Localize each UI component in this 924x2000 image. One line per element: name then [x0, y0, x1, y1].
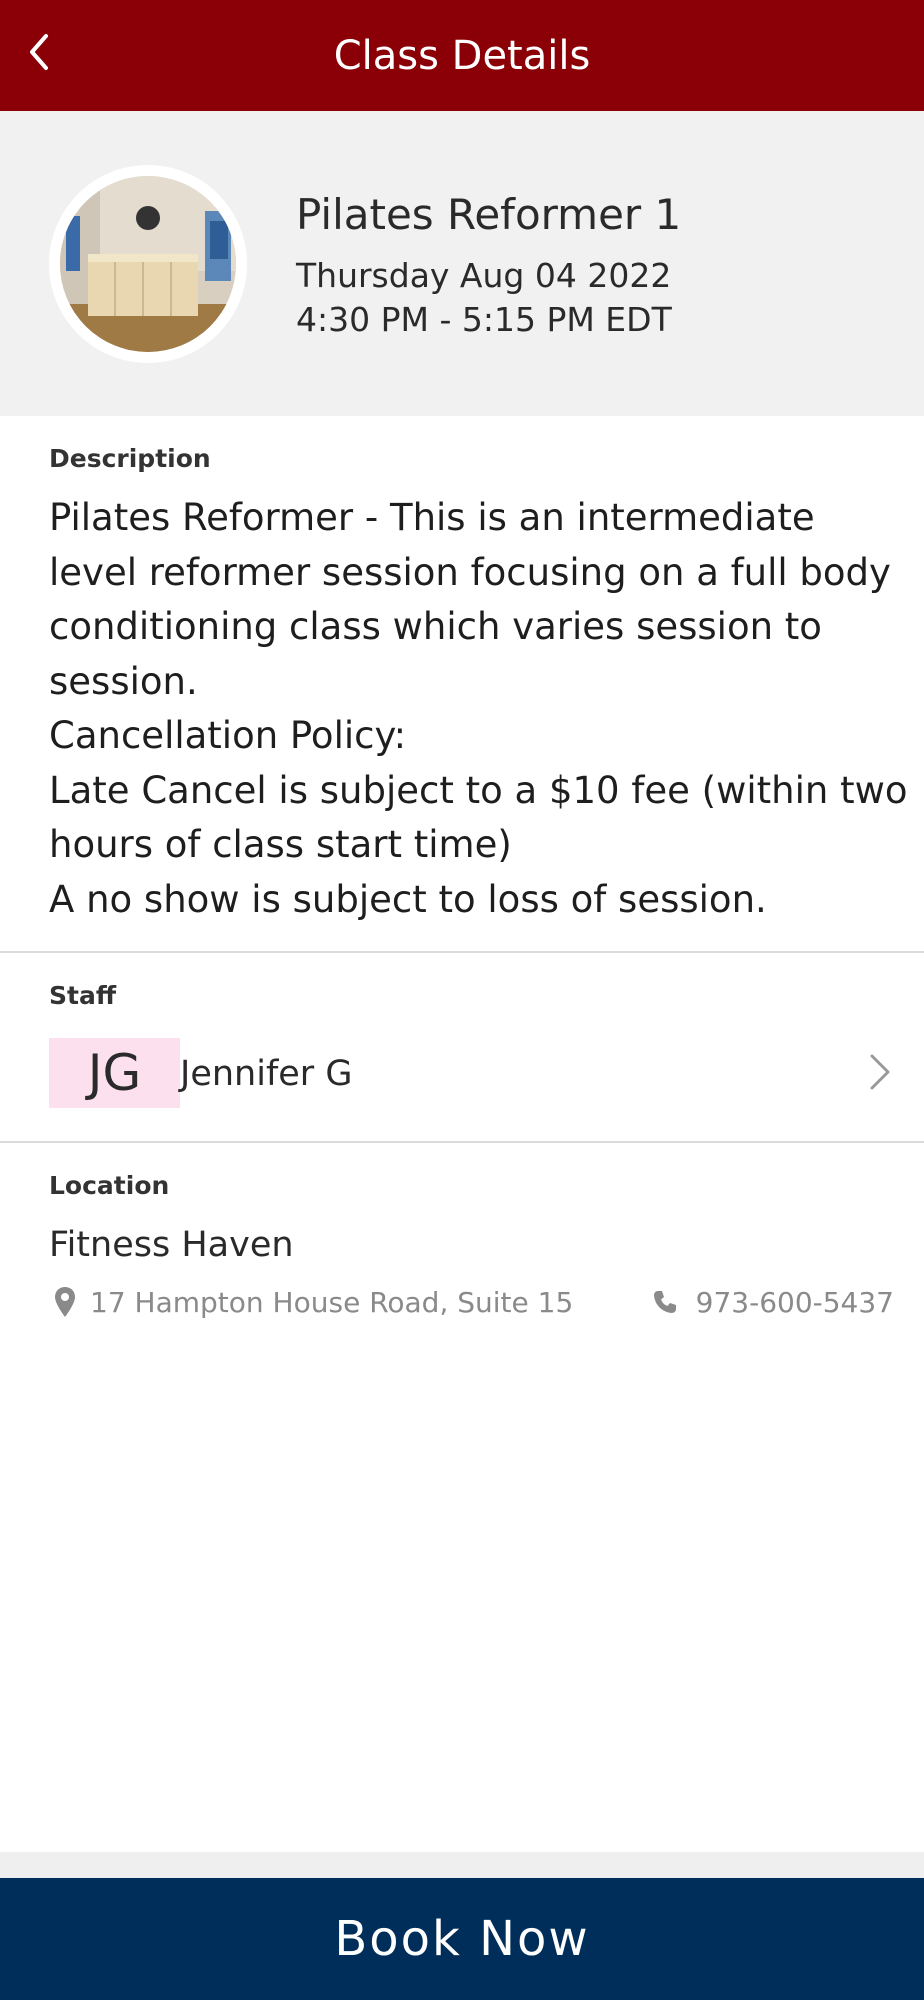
location-phone[interactable]: 973-600-5437 — [652, 1284, 894, 1320]
description-line: Late Cancel is subject to a $10 fee (wit… — [49, 768, 908, 812]
chevron-right-icon — [870, 1054, 890, 1090]
location-address[interactable]: 17 Hampton House Road, Suite 15 — [54, 1284, 573, 1320]
description-label: Description — [49, 444, 211, 473]
book-now-button[interactable]: Book Now — [0, 1878, 924, 2000]
class-time: 4:30 PM - 5:15 PM EDT — [296, 300, 672, 339]
class-summary: Pilates Reformer 1 Thursday Aug 04 2022 … — [0, 111, 924, 416]
description-line: session. — [49, 659, 198, 703]
map-pin-icon — [55, 1287, 75, 1317]
class-image-frame — [49, 165, 247, 363]
description-line: conditioning class which varies session … — [49, 605, 822, 648]
location-label: Location — [49, 1171, 170, 1200]
footer-separator — [0, 1852, 924, 1878]
description-line: Pilates Reformer - This is an intermedia… — [49, 496, 815, 539]
description-line: Cancellation Policy: — [49, 714, 407, 757]
description-line: A no show is subject to loss of session. — [49, 877, 767, 921]
description-line: level reformer session focusing on a ful… — [49, 550, 891, 594]
class-date: Thursday Aug 04 2022 — [296, 256, 672, 295]
description-text: Pilates Reformer - This is an intermedia… — [49, 491, 908, 927]
section-divider — [0, 1141, 924, 1143]
phone-text: 973-600-5437 — [695, 1285, 894, 1319]
description-line: hours of class start time) — [49, 823, 512, 866]
class-photo — [60, 176, 236, 352]
location-name: Fitness Haven — [49, 1225, 294, 1265]
page-title: Class Details — [333, 33, 591, 79]
phone-icon — [653, 1291, 676, 1313]
staff-label: Staff — [49, 981, 117, 1010]
staff-avatar: JG — [49, 1038, 180, 1108]
staff-name: Jennifer G — [180, 1054, 353, 1094]
app-header: Class Details — [0, 0, 924, 111]
staff-row[interactable]: JG Jennifer G — [0, 1030, 924, 1114]
class-name: Pilates Reformer 1 — [296, 190, 682, 239]
address-text: 17 Hampton House Road, Suite 15 — [90, 1285, 574, 1319]
section-divider — [0, 951, 924, 953]
